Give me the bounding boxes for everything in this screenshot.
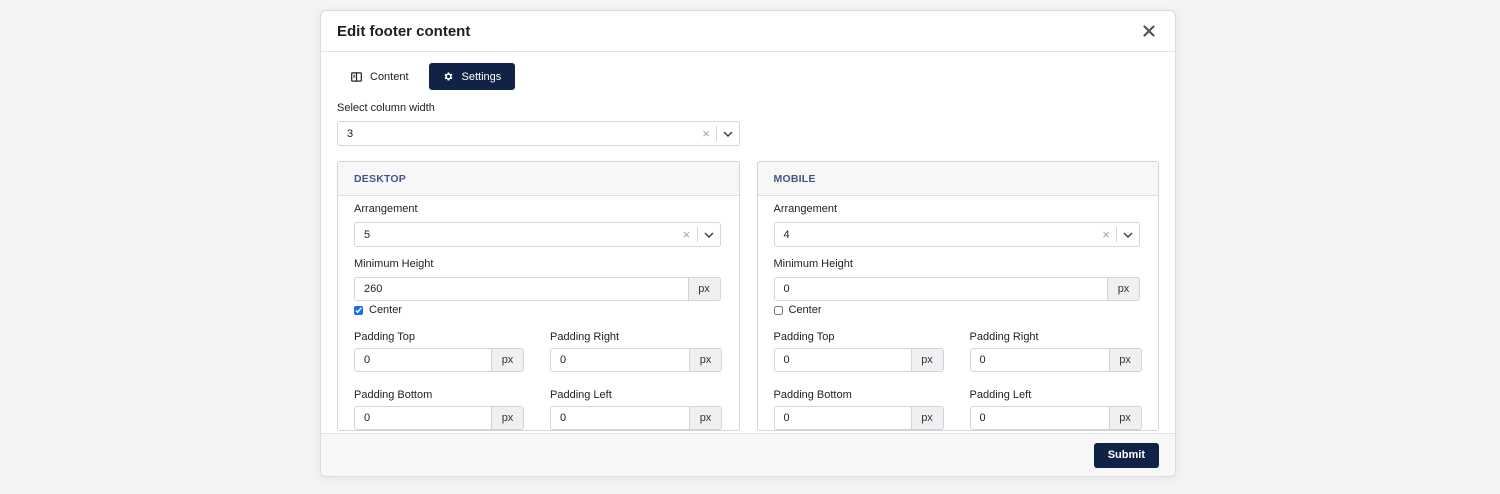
tab-settings[interactable]: Settings xyxy=(428,63,516,90)
unit-addon: px xyxy=(1108,407,1141,429)
clear-icon[interactable]: × xyxy=(677,227,697,242)
clear-icon[interactable]: × xyxy=(1096,227,1116,242)
mobile-padding-right-input[interactable] xyxy=(970,349,1109,371)
edit-footer-modal: Edit footer content Content Settings Sel… xyxy=(320,10,1176,477)
modal-title: Edit footer content xyxy=(337,22,471,40)
tab-settings-label: Settings xyxy=(461,70,502,83)
desktop-padding-top-label: Padding Top xyxy=(354,331,415,343)
close-button[interactable] xyxy=(1139,21,1159,41)
mobile-padding-left-input[interactable] xyxy=(970,407,1109,429)
modal-footer: Submit xyxy=(321,433,1175,476)
unit-addon: px xyxy=(1108,349,1141,371)
mobile-center-checkbox[interactable] xyxy=(773,305,783,315)
desktop-padding-right-input[interactable] xyxy=(551,349,689,371)
clear-icon[interactable]: × xyxy=(696,126,716,141)
mobile-min-height-label: Minimum Height xyxy=(773,258,853,270)
mobile-arrangement-value: 4 xyxy=(783,228,790,241)
mobile-padding-top-input[interactable] xyxy=(774,349,911,371)
unit-addon: px xyxy=(491,407,523,429)
mobile-padding-right-label: Padding Right xyxy=(969,331,1039,343)
unit-addon: px xyxy=(689,349,721,371)
desktop-arrangement-value: 5 xyxy=(364,228,371,241)
desktop-center-label: Center xyxy=(369,304,403,316)
mobile-padding-bottom-group: px xyxy=(773,406,944,430)
mobile-padding-top-group: px xyxy=(773,348,944,372)
mobile-padding-right-group: px xyxy=(969,348,1142,372)
desktop-panel-heading: DESKTOP xyxy=(338,162,739,196)
column-width-label: Select column width xyxy=(337,102,435,114)
mobile-padding-bottom-label: Padding Bottom xyxy=(773,389,852,401)
unit-addon: px xyxy=(491,349,523,371)
gear-icon xyxy=(444,72,452,81)
mobile-arrangement-label: Arrangement xyxy=(773,203,838,215)
submit-button[interactable]: Submit xyxy=(1093,442,1159,468)
unit-addon: px xyxy=(689,407,721,429)
mobile-padding-left-label: Padding Left xyxy=(969,389,1032,401)
tab-bar: Content Settings xyxy=(337,52,1159,102)
mobile-padding-bottom-input[interactable] xyxy=(774,407,911,429)
column-width-select[interactable]: 3 × xyxy=(337,121,740,146)
mobile-arrangement-select[interactable]: 4 × xyxy=(773,222,1140,247)
desktop-min-height-input[interactable] xyxy=(355,278,688,300)
mobile-center-option[interactable]: Center xyxy=(773,304,1141,316)
tab-content-label: Content xyxy=(370,70,409,83)
desktop-padding-left-group: px xyxy=(550,406,722,430)
column-width-value: 3 xyxy=(347,127,354,140)
mobile-padding-left-group: px xyxy=(969,406,1142,430)
mobile-min-height-group: px xyxy=(773,277,1140,301)
desktop-panel: DESKTOP Arrangement 5 × Minimum Height 2… xyxy=(337,161,740,431)
mobile-padding-grid: Padding Top px Padding Right px xyxy=(773,331,1142,430)
mobile-padding-top-label: Padding Top xyxy=(773,331,835,343)
unit-addon: px xyxy=(1107,278,1139,300)
desktop-arrangement-select[interactable]: 5 × xyxy=(354,222,721,247)
unit-addon: px xyxy=(910,407,943,429)
desktop-padding-left-input[interactable] xyxy=(551,407,689,429)
chevron-down-icon[interactable] xyxy=(1117,231,1139,238)
unit-addon: px xyxy=(910,349,943,371)
desktop-padding-right-label: Padding Right xyxy=(550,331,620,343)
mobile-panel-heading: MOBILE xyxy=(757,162,1158,196)
desktop-arrangement-label: Arrangement xyxy=(354,203,418,215)
desktop-padding-left-label: Padding Left xyxy=(550,389,612,401)
desktop-padding-bottom-group: px xyxy=(354,406,524,430)
desktop-center-checkbox[interactable] xyxy=(354,305,363,315)
chevron-down-icon[interactable] xyxy=(717,130,739,137)
chevron-down-icon[interactable] xyxy=(698,231,720,238)
modal-body: Content Settings Select column width 3 ×… xyxy=(321,52,1175,436)
desktop-min-height-label: Minimum Height xyxy=(354,258,434,270)
desktop-min-height-group: px xyxy=(354,277,721,301)
device-panels: DESKTOP Arrangement 5 × Minimum Height 2… xyxy=(337,161,1159,431)
desktop-padding-bottom-label: Padding Bottom xyxy=(354,389,433,401)
mobile-center-label: Center xyxy=(788,304,822,316)
book-icon xyxy=(351,71,362,82)
desktop-padding-top-input[interactable] xyxy=(355,349,491,371)
desktop-center-option[interactable]: Center xyxy=(354,304,721,316)
unit-addon: px xyxy=(687,278,720,300)
mobile-panel: MOBILE Arrangement 4 × Minimum Height 0 … xyxy=(756,161,1159,431)
desktop-padding-top-group: px xyxy=(354,348,524,372)
desktop-padding-grid: Padding Top px Padding Right px xyxy=(354,331,722,430)
tab-content[interactable]: Content xyxy=(337,63,423,90)
modal-header: Edit footer content xyxy=(321,11,1175,52)
desktop-padding-bottom-input[interactable] xyxy=(355,407,491,429)
close-icon xyxy=(1143,25,1155,37)
desktop-padding-right-group: px xyxy=(550,348,722,372)
mobile-min-height-input[interactable] xyxy=(774,278,1107,300)
